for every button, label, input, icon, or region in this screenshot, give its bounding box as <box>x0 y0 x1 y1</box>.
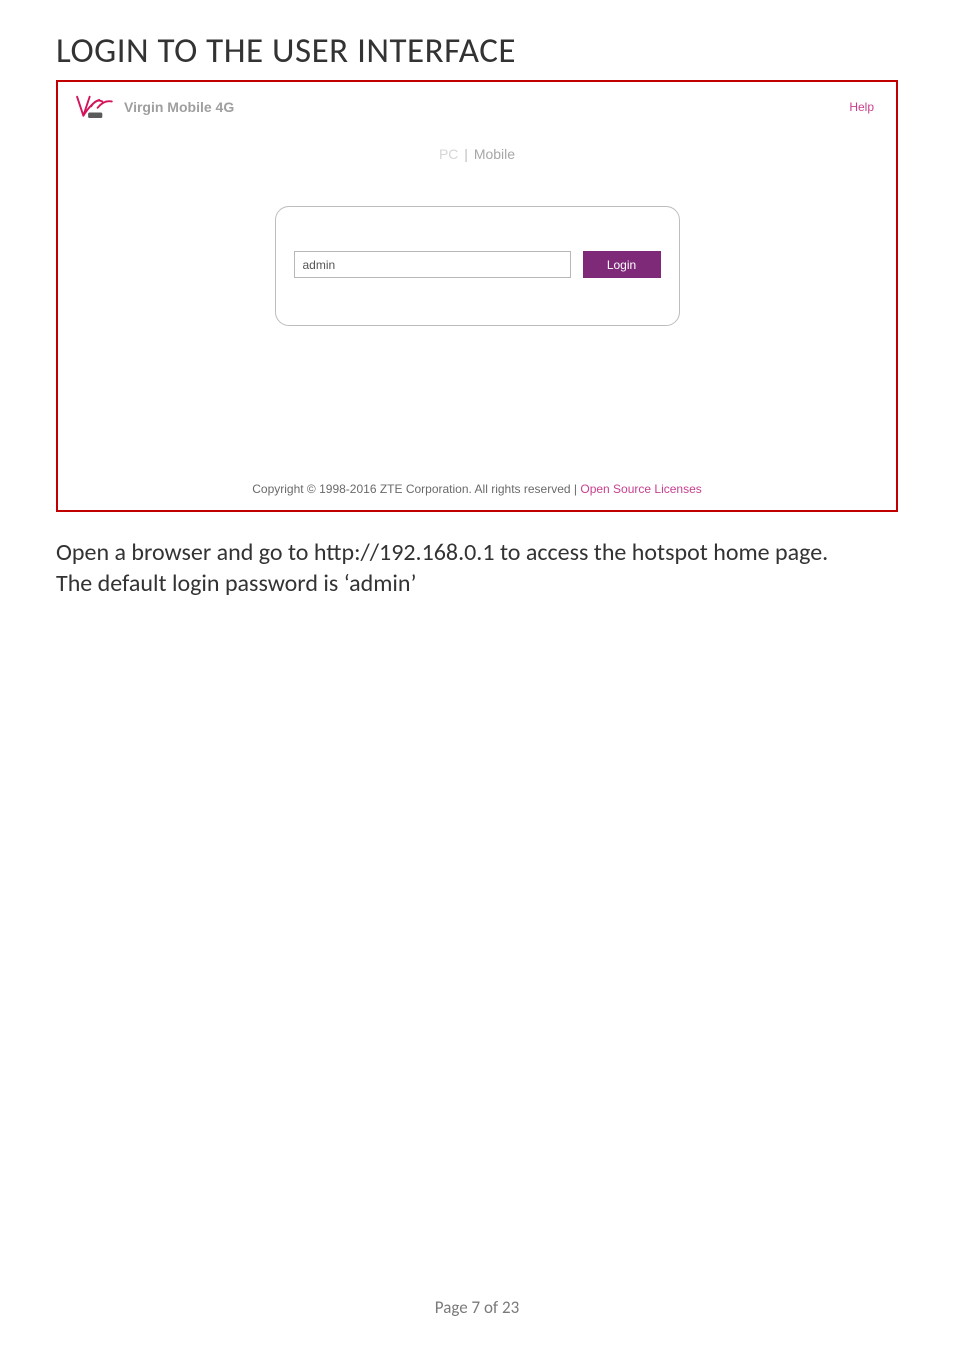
login-button[interactable]: Login <box>583 251 661 278</box>
open-source-link[interactable]: Open Source Licenses <box>580 482 701 496</box>
tab-separator: | <box>464 146 468 162</box>
password-input[interactable] <box>294 251 571 278</box>
copyright-text: Copyright © 1998-2016 ZTE Corporation. A… <box>252 482 570 496</box>
virgin-logo-icon <box>72 92 120 122</box>
screenshot-header: Virgin Mobile 4G Help <box>58 82 896 132</box>
screenshot-footer: Copyright © 1998-2016 ZTE Corporation. A… <box>58 482 896 496</box>
view-tabs: PC | Mobile <box>58 146 896 162</box>
tab-mobile[interactable]: Mobile <box>474 146 515 162</box>
instruction-line-1: Open a browser and go to http://192.168.… <box>56 538 898 569</box>
tab-pc[interactable]: PC <box>439 146 458 162</box>
instruction-text: Open a browser and go to http://192.168.… <box>56 538 898 599</box>
login-box: Login <box>275 206 680 326</box>
instruction-line-2: The default login password is ‘admin’ <box>56 569 898 600</box>
page-heading: LOGIN TO THE USER INTERFACE <box>56 30 898 72</box>
page-number: Page 7 of 23 <box>0 1297 954 1318</box>
login-screenshot-frame: Virgin Mobile 4G Help PC | Mobile Login … <box>56 80 898 512</box>
brand-text: Virgin Mobile 4G <box>124 99 234 115</box>
footer-separator: | <box>571 482 581 496</box>
help-link[interactable]: Help <box>849 100 874 114</box>
brand-block: Virgin Mobile 4G <box>72 92 234 122</box>
